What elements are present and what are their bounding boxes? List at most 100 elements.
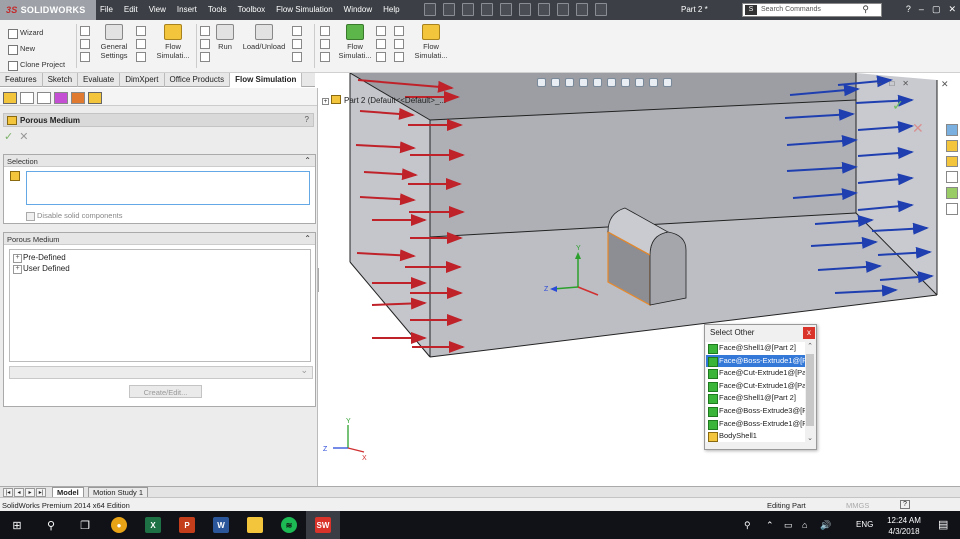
viewport-restore-button[interactable]: □ bbox=[889, 79, 894, 88]
display-manager-icon[interactable] bbox=[71, 92, 85, 104]
previous-view-icon[interactable] bbox=[565, 78, 574, 87]
menu-file[interactable]: File bbox=[100, 5, 113, 14]
scroll-thumb[interactable] bbox=[806, 354, 814, 426]
graphics-area[interactable]: Y Z Y Z X ✓ ✕ bbox=[319, 73, 941, 486]
tool-icon[interactable] bbox=[80, 26, 90, 36]
solidworks-logo[interactable]: 3S SOLIDWORKS bbox=[0, 0, 96, 20]
tool-icon[interactable] bbox=[394, 52, 404, 62]
close-button[interactable]: ✕ bbox=[948, 4, 956, 15]
solidworks-resources-icon[interactable] bbox=[945, 124, 958, 136]
hide-show-items-icon[interactable] bbox=[621, 78, 630, 87]
people-icon[interactable]: ⚲ bbox=[744, 520, 751, 531]
network-icon[interactable]: ⌂ bbox=[802, 520, 807, 530]
design-library-icon[interactable] bbox=[945, 139, 958, 152]
excel-icon[interactable]: X bbox=[136, 511, 170, 539]
view-settings-icon[interactable] bbox=[663, 78, 672, 87]
pin-icon[interactable] bbox=[424, 3, 436, 16]
show-hidden-icons-chevron-icon[interactable]: ⌃ bbox=[766, 520, 774, 531]
run-button[interactable]: Run bbox=[214, 24, 236, 51]
list-item[interactable]: Face@Cut-Extrude1@[Pa bbox=[706, 380, 807, 393]
list-item-selected[interactable]: Face@Boss-Extrude1@[P bbox=[706, 354, 807, 368]
tool-icon[interactable] bbox=[80, 52, 90, 62]
new-document-icon[interactable] bbox=[443, 3, 455, 16]
volume-icon[interactable]: 🔊 bbox=[820, 520, 831, 531]
feature-manager-icon[interactable] bbox=[3, 92, 17, 104]
tool-icon[interactable] bbox=[292, 26, 302, 36]
dimxpert-manager-icon[interactable] bbox=[54, 92, 68, 104]
flow-simulation-analysis-tree-icon[interactable] bbox=[88, 92, 102, 104]
tool-icon[interactable] bbox=[320, 26, 330, 36]
property-manager-icon[interactable] bbox=[20, 92, 34, 104]
ok-check-icon[interactable]: ✓ bbox=[4, 130, 13, 144]
tool-icon[interactable] bbox=[320, 52, 330, 62]
spotify-icon[interactable]: ≋ bbox=[272, 511, 306, 539]
select-other-scrollbar[interactable]: ⌃ ⌄ bbox=[805, 342, 815, 442]
list-item[interactable]: Face@Boss-Extrude3@[P bbox=[706, 405, 807, 418]
task-view-icon[interactable]: ❐ bbox=[68, 511, 102, 539]
clock[interactable]: 12:24 AM 4/3/2018 bbox=[882, 515, 926, 537]
tool-icon[interactable] bbox=[320, 39, 330, 49]
collapse-chevron-icon[interactable]: ⌃ bbox=[304, 156, 311, 165]
word-icon[interactable]: W bbox=[204, 511, 238, 539]
menu-window[interactable]: Window bbox=[344, 5, 372, 14]
tool-icon[interactable] bbox=[80, 39, 90, 49]
configuration-manager-icon[interactable] bbox=[37, 92, 51, 104]
custom-properties-icon[interactable] bbox=[945, 203, 958, 215]
next-tab-icon[interactable]: ▸ bbox=[25, 488, 35, 497]
tool-icon[interactable] bbox=[394, 26, 404, 36]
menu-toolbox[interactable]: Toolbox bbox=[238, 5, 266, 14]
file-explorer-icon[interactable] bbox=[945, 155, 958, 168]
new-button[interactable]: New bbox=[8, 41, 65, 57]
tool-icon[interactable] bbox=[136, 26, 146, 36]
help-icon[interactable]: ? bbox=[900, 500, 910, 509]
flow-simulation-tools-button[interactable]: Flow Simulati... bbox=[410, 24, 452, 60]
components-selection-box[interactable] bbox=[26, 171, 310, 205]
flow-simulation-feature-button[interactable]: Flow Simulati... bbox=[152, 24, 194, 60]
input-language[interactable]: ENG bbox=[856, 520, 873, 529]
battery-icon[interactable]: ▭ bbox=[784, 520, 793, 531]
rebuild-icon[interactable] bbox=[557, 3, 569, 16]
start-icon[interactable]: ⊞ bbox=[0, 511, 34, 539]
menu-view[interactable]: View bbox=[149, 5, 166, 14]
action-center-icon[interactable]: ▤ bbox=[938, 518, 948, 531]
confirmation-ok-icon[interactable]: ✓ bbox=[892, 97, 904, 113]
tab-dimxpert[interactable]: DimXpert bbox=[120, 73, 165, 87]
task-pane-close-icon[interactable]: ✕ bbox=[941, 79, 949, 90]
tool-icon[interactable] bbox=[136, 39, 146, 49]
help-icon[interactable]: ? bbox=[305, 115, 309, 124]
tool-icon[interactable] bbox=[394, 39, 404, 49]
tool-icon[interactable] bbox=[292, 52, 302, 62]
tool-icon[interactable] bbox=[292, 39, 302, 49]
apply-scene-icon[interactable] bbox=[649, 78, 658, 87]
cancel-x-icon[interactable]: ✕ bbox=[19, 130, 28, 144]
tab-sketch[interactable]: Sketch bbox=[43, 73, 79, 87]
model-graphics[interactable]: Y Z Y Z X ✓ ✕ bbox=[319, 73, 941, 486]
list-item[interactable]: Face@Shell1@[Part 2] bbox=[706, 392, 807, 405]
list-item[interactable]: Face@Boss-Extrude1@[P bbox=[706, 418, 807, 431]
powerpoint-icon[interactable]: P bbox=[170, 511, 204, 539]
display-style-icon[interactable] bbox=[607, 78, 616, 87]
save-icon[interactable] bbox=[481, 3, 493, 16]
collapse-chevron-icon[interactable]: ⌃ bbox=[304, 234, 311, 243]
menu-insert[interactable]: Insert bbox=[177, 5, 197, 14]
file-explorer-icon[interactable]: ▬ bbox=[238, 511, 272, 539]
tab-features[interactable]: Features bbox=[0, 73, 43, 87]
scroll-up-icon[interactable]: ⌃ bbox=[805, 342, 815, 350]
clone-project-button[interactable]: Clone Project bbox=[8, 57, 65, 73]
list-item[interactable]: BodyShell1 bbox=[706, 430, 807, 442]
tool-icon[interactable] bbox=[376, 52, 386, 62]
file-properties-icon[interactable] bbox=[576, 3, 588, 16]
disable-solid-components-checkbox[interactable]: Disable solid components bbox=[26, 211, 122, 221]
menu-flow-simulation[interactable]: Flow Simulation bbox=[276, 5, 332, 14]
viewport-close-button[interactable]: ✕ bbox=[902, 79, 909, 88]
previous-tab-icon[interactable]: ◂ bbox=[14, 488, 24, 497]
maximize-button[interactable]: ▢ bbox=[932, 4, 941, 15]
unit-system[interactable]: MMGS bbox=[846, 501, 869, 510]
confirmation-cancel-icon[interactable]: ✕ bbox=[912, 120, 924, 136]
view-palette-icon[interactable] bbox=[945, 171, 958, 184]
last-tab-icon[interactable]: ▸| bbox=[36, 488, 46, 497]
tool-icon[interactable] bbox=[376, 39, 386, 49]
view-orientation-icon[interactable] bbox=[593, 78, 602, 87]
menu-help[interactable]: Help bbox=[383, 5, 399, 14]
help-icon[interactable]: ? bbox=[906, 4, 911, 15]
